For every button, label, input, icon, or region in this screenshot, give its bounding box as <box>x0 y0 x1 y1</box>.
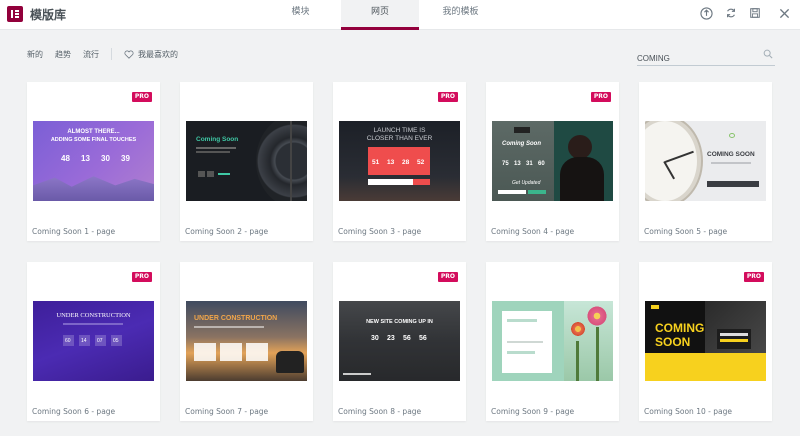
filter-popular[interactable]: 流行 <box>83 49 99 60</box>
tab-blocks[interactable]: 模块 <box>273 0 328 30</box>
template-thumbnail[interactable]: COMING SOON <box>645 121 766 201</box>
tab-pages[interactable]: 网页 <box>341 0 419 30</box>
heart-icon <box>124 50 134 59</box>
template-card[interactable]: PRO UNDER CONSTRUCTION 60 14 07 05 Comin… <box>27 262 160 421</box>
pro-badge: PRO <box>131 92 152 102</box>
template-thumbnail[interactable]: NEW SITE COMING UP IN 30 23 56 56 <box>339 301 460 381</box>
favorites-filter[interactable]: 我最喜欢的 <box>124 49 190 60</box>
top-bar: 模版库 模块 网页 我的模板 <box>0 0 800 30</box>
filter-new[interactable]: 新的 <box>27 49 43 60</box>
template-label: Coming Soon 1 - page <box>32 227 116 236</box>
template-label: Coming Soon 5 - page <box>644 227 728 236</box>
template-label: Coming Soon 8 - page <box>338 407 422 416</box>
template-label: Coming Soon 3 - page <box>338 227 422 236</box>
template-card[interactable]: PRO ALMOST THERE... ADDING SOME FINAL TO… <box>27 82 160 241</box>
template-thumbnail[interactable]: COMING SOON <box>645 301 766 381</box>
template-thumbnail[interactable]: ALMOST THERE... ADDING SOME FINAL TOUCHE… <box>33 121 154 201</box>
favorites-label: 我最喜欢的 <box>138 49 178 59</box>
pro-badge: PRO <box>743 272 764 282</box>
close-icon[interactable] <box>776 5 792 21</box>
template-card[interactable]: PRO COMING SOON Coming Soon 10 - page <box>639 262 772 421</box>
template-label: Coming Soon 7 - page <box>185 407 269 416</box>
search-box <box>637 46 775 68</box>
pro-badge: PRO <box>590 92 611 102</box>
template-label: Coming Soon 2 - page <box>185 227 269 236</box>
pro-badge: PRO <box>131 272 152 282</box>
pro-badge: PRO <box>437 272 458 282</box>
sync-icon[interactable] <box>723 5 739 21</box>
template-thumbnail[interactable] <box>492 301 613 381</box>
template-card[interactable]: PRO LAUNCH TIME IS CLOSER THAN EVER 51 1… <box>333 82 466 241</box>
template-thumbnail[interactable]: UNDER CONSTRUCTION 60 14 07 05 <box>33 301 154 381</box>
template-card[interactable]: Coming Soon 9 - page <box>486 262 619 421</box>
pro-badge: PRO <box>437 92 458 102</box>
template-label: Coming Soon 10 - page <box>644 407 732 416</box>
template-card[interactable]: Coming Soon Coming Soon 2 - page <box>180 82 313 241</box>
template-thumbnail[interactable]: Coming Soon 75 13 31 60 Get Updated <box>492 121 613 201</box>
library-title: 模版库 <box>30 8 67 22</box>
template-label: Coming Soon 6 - page <box>32 407 116 416</box>
template-label: Coming Soon 4 - page <box>491 227 575 236</box>
filter-trend[interactable]: 趋势 <box>55 49 71 60</box>
template-label: Coming Soon 9 - page <box>491 407 575 416</box>
filter-bar: 新的 趋势 流行 我最喜欢的 <box>27 48 190 60</box>
template-thumbnail[interactable]: UNDER CONSTRUCTION <box>186 301 307 381</box>
filter-divider <box>111 48 112 60</box>
elementor-logo-icon <box>7 6 23 22</box>
info-icon[interactable] <box>698 5 714 21</box>
template-card[interactable]: UNDER CONSTRUCTION Coming Soon 7 - page <box>180 262 313 421</box>
search-input[interactable] <box>637 49 755 68</box>
search-icon[interactable] <box>763 49 773 59</box>
template-thumbnail[interactable]: LAUNCH TIME IS CLOSER THAN EVER 51 13 28… <box>339 121 460 201</box>
template-card[interactable]: PRO NEW SITE COMING UP IN 30 23 56 56 Co… <box>333 262 466 421</box>
template-card[interactable]: PRO Coming Soon 75 13 31 60 Get Updated … <box>486 82 619 241</box>
save-icon[interactable] <box>747 5 763 21</box>
tab-my-templates[interactable]: 我的模板 <box>433 0 488 30</box>
template-card[interactable]: COMING SOON Coming Soon 5 - page <box>639 82 772 241</box>
template-thumbnail[interactable]: Coming Soon <box>186 121 307 201</box>
